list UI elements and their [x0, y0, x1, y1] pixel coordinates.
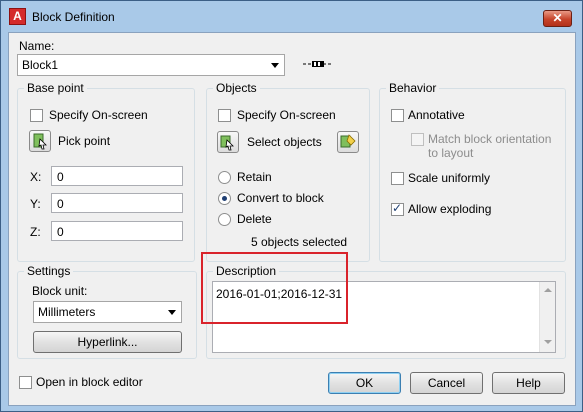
select-objects-button[interactable] [217, 131, 239, 153]
settings-group: Settings Block unit: Millimeters Hyperli… [17, 264, 197, 359]
cancel-button[interactable]: Cancel [410, 372, 483, 394]
y-input[interactable]: 0 [51, 193, 183, 213]
chevron-down-icon [271, 63, 279, 68]
x-label: X: [30, 170, 42, 184]
quick-select-button[interactable] [337, 131, 359, 153]
base-point-title: Base point [24, 81, 87, 95]
title-bar[interactable]: A Block Definition ✕ [1, 1, 582, 33]
hyperlink-button[interactable]: Hyperlink... [33, 331, 182, 353]
block-unit-label: Block unit: [32, 284, 88, 298]
x-input[interactable]: 0 [51, 166, 183, 186]
objects-specify-onscreen-label: Specify On-screen [237, 108, 336, 122]
match-orientation-label: Match block orientation to layout [428, 132, 552, 160]
autocad-app-icon: A [9, 8, 26, 25]
pick-point-label: Pick point [58, 134, 111, 148]
open-in-editor-checkbox[interactable] [19, 376, 32, 389]
pick-point-button[interactable] [29, 130, 51, 152]
allow-exploding-checkbox[interactable] [391, 201, 404, 216]
scale-uniformly-label: Scale uniformly [408, 171, 491, 185]
help-button[interactable]: Help [492, 372, 565, 394]
retain-radio[interactable] [218, 171, 231, 184]
close-button[interactable]: ✕ [543, 10, 572, 27]
allow-exploding-label: Allow exploding [408, 202, 492, 216]
block-definition-dialog: A Block Definition ✕ Name: Block1 Base p… [0, 0, 583, 412]
settings-title: Settings [24, 264, 74, 278]
ok-button[interactable]: OK [328, 372, 401, 394]
base-point-group: Base point Specify On-screen Pick point … [17, 81, 195, 262]
block-unit-value: Millimeters [38, 305, 96, 319]
objects-group: Objects Specify On-screen Select objects… [206, 81, 370, 262]
x-value: 0 [57, 170, 64, 184]
convert-to-block-label: Convert to block [237, 191, 324, 205]
objects-title: Objects [213, 81, 260, 95]
objects-selected-count: 5 objects selected [251, 235, 348, 249]
y-label: Y: [30, 197, 41, 211]
chevron-down-icon [168, 310, 176, 315]
name-combobox[interactable]: Block1 [17, 54, 285, 76]
select-objects-label: Select objects [247, 135, 322, 149]
name-label: Name: [19, 39, 55, 53]
window-title: Block Definition [32, 10, 115, 24]
delete-label: Delete [237, 212, 272, 226]
behavior-title: Behavior [386, 81, 440, 95]
open-in-editor-label: Open in block editor [36, 375, 143, 389]
annotative-label: Annotative [408, 108, 465, 122]
description-scrollbar[interactable] [539, 282, 555, 352]
y-value: 0 [57, 197, 64, 211]
block-unit-select[interactable]: Millimeters [33, 301, 182, 323]
z-input[interactable]: 0 [51, 221, 183, 241]
quick-select-icon [340, 134, 356, 148]
match-orientation-checkbox[interactable] [411, 133, 424, 146]
scroll-up-icon [544, 288, 552, 292]
delete-radio[interactable] [218, 213, 231, 226]
highlight-annotation-box [201, 252, 348, 324]
base-specify-onscreen-checkbox[interactable] [30, 109, 43, 122]
base-specify-onscreen-label: Specify On-screen [49, 108, 148, 122]
annotative-checkbox[interactable] [391, 109, 404, 122]
z-value: 0 [57, 225, 64, 239]
pick-point-icon [33, 133, 47, 150]
select-objects-icon [220, 135, 234, 151]
scroll-down-icon [544, 340, 552, 344]
behavior-group: Behavior Annotative Match block orientat… [379, 81, 566, 262]
scale-uniformly-checkbox[interactable] [391, 172, 404, 185]
name-value: Block1 [22, 58, 59, 72]
dialog-body: Name: Block1 Base point Specify On-scree… [8, 32, 576, 406]
convert-to-block-radio[interactable] [218, 192, 231, 205]
objects-specify-onscreen-checkbox[interactable] [218, 109, 231, 122]
block-preview-icon [302, 53, 334, 75]
retain-label: Retain [237, 170, 272, 184]
z-label: Z: [30, 225, 41, 239]
